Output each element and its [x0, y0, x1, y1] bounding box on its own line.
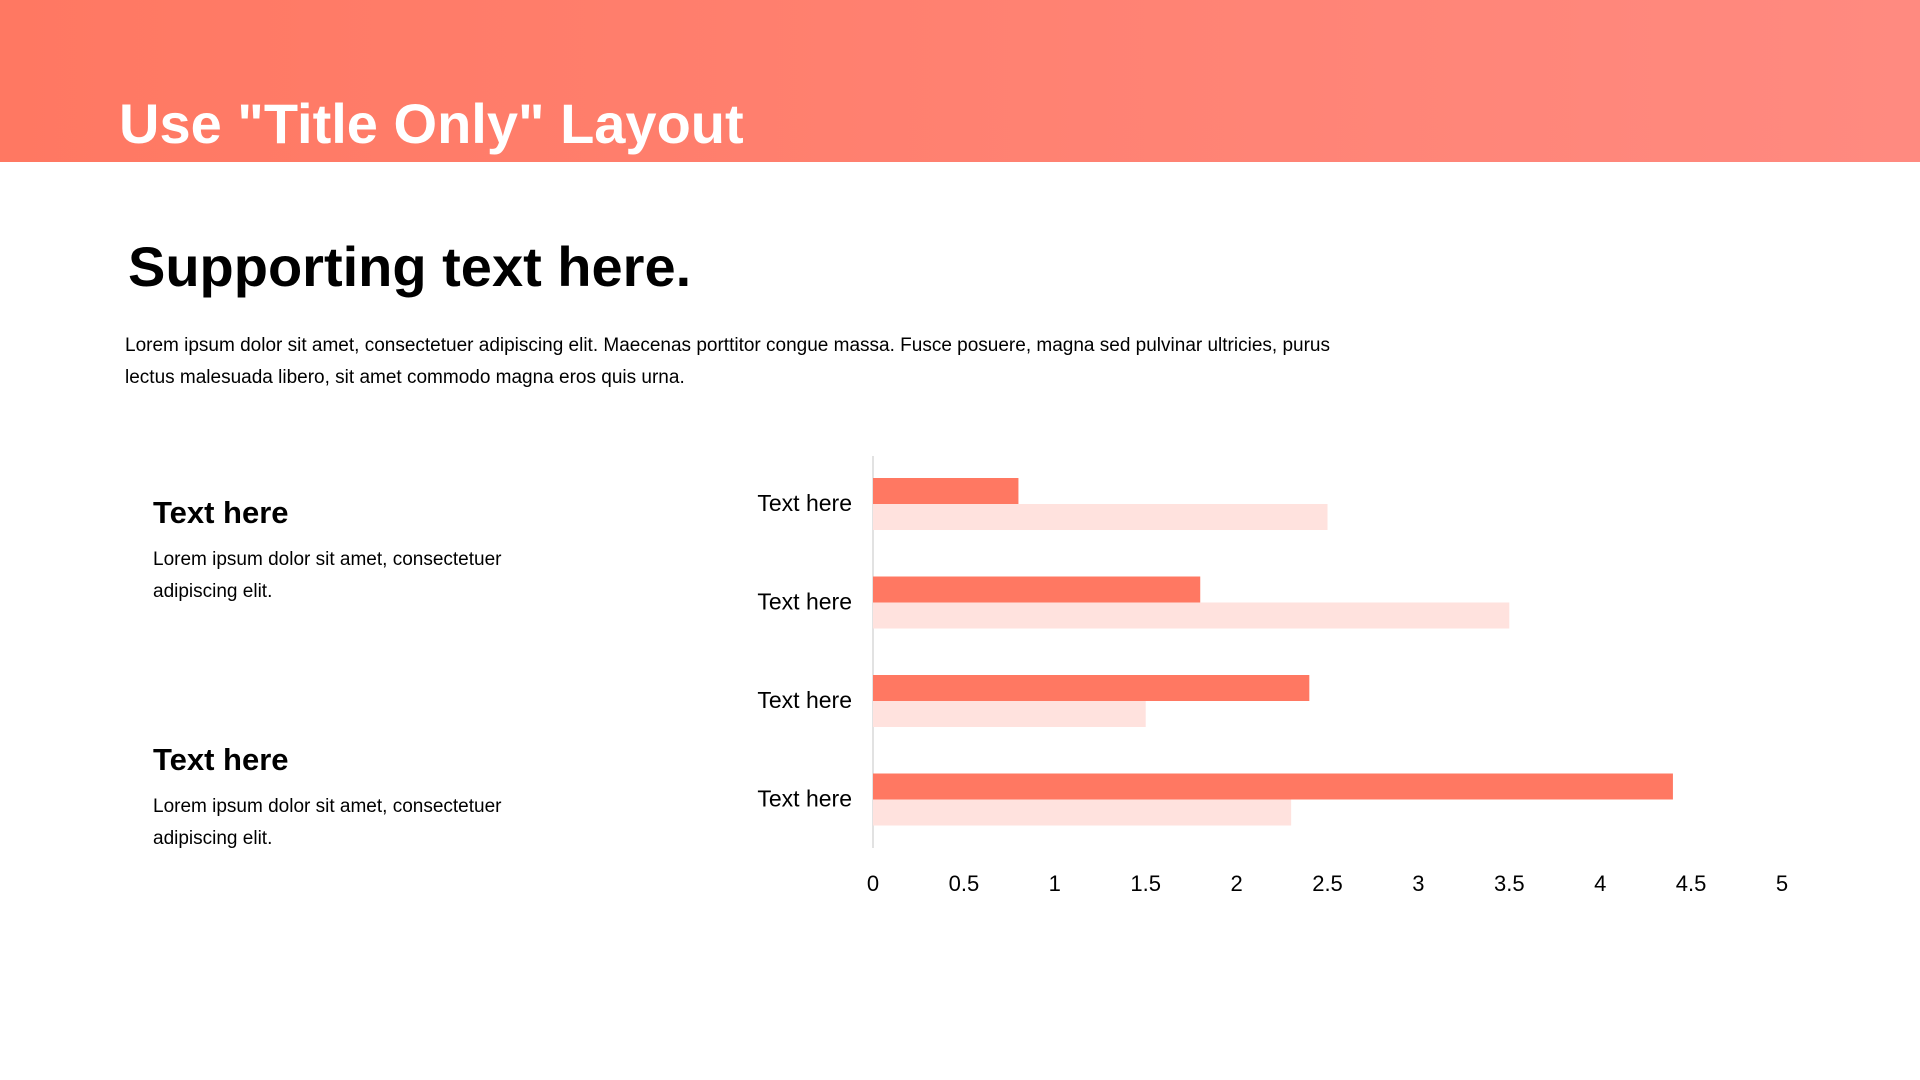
chart-bar — [873, 576, 1201, 603]
chart-tick-label: 2.5 — [1312, 871, 1343, 896]
bar-chart: Text here Text here Text here Text here 0 0.… — [757, 456, 1788, 896]
chart-tick-label: 5 — [1776, 871, 1788, 896]
chart-tick-label: 2 — [1230, 871, 1242, 896]
chart-tick-label: 1 — [1049, 871, 1061, 896]
chart-tick-labels: 0 0.5 1 1.5 2 2.5 3 3.5 4 4.5 5 — [867, 871, 1788, 896]
chart-category-label: Text here — [757, 786, 852, 812]
chart-category-label: Text here — [757, 490, 852, 516]
chart-tick-label: 4.5 — [1676, 871, 1707, 896]
chart-tick-label: 3.5 — [1494, 871, 1525, 896]
chart-category-labels: Text here Text here Text here Text here — [757, 490, 852, 812]
chart-category-label: Text here — [757, 687, 852, 713]
chart-bar — [873, 478, 1019, 504]
chart-bar — [873, 799, 1292, 826]
chart-tick-label: 1.5 — [1130, 871, 1161, 896]
chart-bar — [873, 602, 1510, 629]
chart-bar — [873, 701, 1146, 727]
chart-bar — [873, 675, 1310, 701]
chart-tick-label: 4 — [1594, 871, 1606, 896]
slide: Use "Title Only" Layout Supporting text … — [0, 0, 1920, 1080]
chart-bar — [873, 504, 1328, 530]
chart-category-label: Text here — [757, 589, 852, 615]
chart-tick-label: 0 — [867, 871, 879, 896]
chart-tick-label: 3 — [1412, 871, 1424, 896]
chart-tick-label: 0.5 — [949, 871, 980, 896]
chart-bars — [873, 478, 1673, 826]
chart-bar — [873, 773, 1673, 800]
